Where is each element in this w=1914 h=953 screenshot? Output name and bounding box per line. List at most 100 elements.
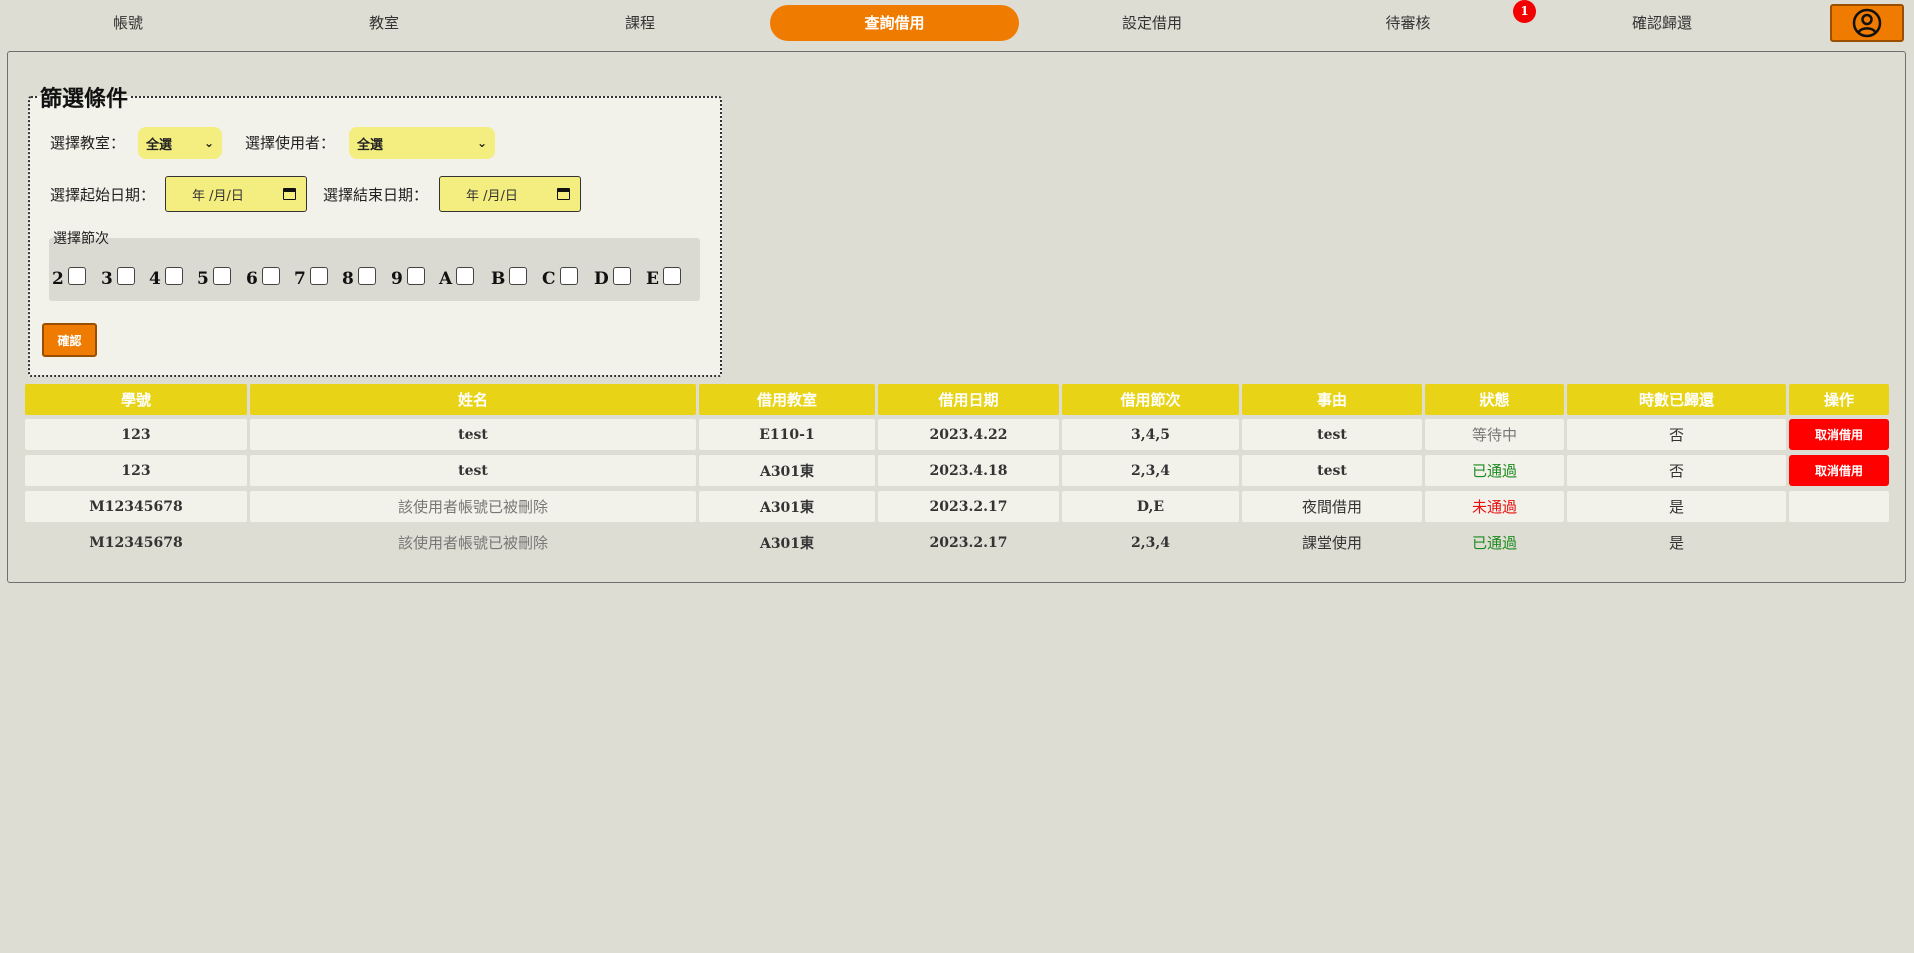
cell-status: 已通過 (1425, 455, 1564, 486)
period-option: 5 (197, 267, 231, 289)
chevron-down-icon: ⌄ (203, 136, 214, 150)
col-header-periods: 借用節次 (1062, 384, 1239, 415)
cell-name: 該使用者帳號已被刪除 (250, 491, 696, 522)
user-select-value: 全選 (357, 137, 384, 153)
cell-periods: 3,4,5 (1062, 419, 1239, 450)
cell-action (1789, 527, 1889, 558)
cell-name: test (250, 455, 696, 486)
nav-set-borrow[interactable]: 設定借用 (1024, 5, 1280, 41)
nav-course[interactable]: 課程 (512, 5, 768, 41)
col-header-status: 狀態 (1425, 384, 1564, 415)
period-label: C (542, 269, 556, 289)
cell-status: 未通過 (1425, 491, 1564, 522)
cell-date: 2023.4.22 (878, 419, 1059, 450)
period-option: D (594, 267, 631, 289)
period-label: 2 (52, 269, 64, 289)
user-circle-icon (1852, 8, 1882, 38)
period-label: A (439, 269, 453, 289)
period-label: 9 (391, 269, 403, 289)
cell-status: 等待中 (1425, 419, 1564, 450)
col-header-student-id: 學號 (25, 384, 247, 415)
user-select[interactable]: 全選 ⌄ (349, 127, 495, 159)
period-label: 3 (101, 269, 113, 289)
period-label: 6 (246, 269, 258, 289)
nav-pending-review[interactable]: 待審核 (1280, 5, 1536, 41)
col-header-date: 借用日期 (878, 384, 1059, 415)
period-option: 6 (246, 267, 280, 289)
period-checkbox[interactable] (164, 267, 183, 285)
period-checkbox[interactable] (212, 267, 231, 285)
period-checkbox[interactable] (116, 267, 135, 285)
start-date-placeholder: 年 /月/日 (192, 188, 244, 204)
period-label: 8 (342, 269, 354, 289)
user-label: 選擇使用者： (245, 134, 336, 152)
cell-action: 取消借用 (1789, 455, 1889, 486)
cell-student-id: 123 (25, 455, 247, 486)
period-label: 7 (294, 269, 306, 289)
period-checkbox[interactable] (357, 267, 376, 285)
nav-confirm-return[interactable]: 確認歸還 (1536, 5, 1788, 41)
cell-student-id: M12345678 (89, 534, 183, 551)
cell-reason: test (1242, 419, 1422, 450)
period-checkbox[interactable] (456, 267, 475, 285)
period-option: 7 (294, 267, 328, 289)
cell-periods: D,E (1062, 491, 1239, 522)
cell-periods: 2,3,4 (1062, 455, 1239, 486)
cell-status: 已通過 (1471, 534, 1517, 552)
cell-name: test (250, 419, 696, 450)
start-date-input[interactable]: 年 /月/日 (165, 176, 307, 212)
period-option: E (646, 267, 681, 289)
cell-action (1789, 491, 1889, 522)
nav-account[interactable]: 帳號 (0, 5, 256, 41)
period-checkbox[interactable] (261, 267, 280, 285)
cell-room: A301東 (699, 491, 875, 522)
col-header-room: 借用教室 (699, 384, 875, 415)
profile-button[interactable] (1830, 4, 1904, 42)
period-checkbox[interactable] (612, 267, 631, 285)
end-date-label: 選擇結束日期： (323, 186, 429, 204)
period-label: D (594, 269, 609, 289)
cell-student-id: M12345678 (25, 491, 247, 522)
cell-reason: 課堂使用 (1301, 534, 1362, 552)
period-checkbox[interactable] (559, 267, 578, 285)
period-checkbox[interactable] (406, 267, 425, 285)
period-label: E (646, 269, 659, 289)
col-header-action: 操作 (1789, 384, 1889, 415)
col-header-returned: 時數已歸還 (1567, 384, 1786, 415)
cancel-borrow-button[interactable]: 取消借用 (1789, 419, 1889, 450)
calendar-icon[interactable] (283, 188, 296, 200)
col-header-name: 姓名 (250, 384, 696, 415)
calendar-icon[interactable] (557, 188, 570, 200)
period-option: 8 (342, 267, 376, 289)
period-label: 5 (197, 269, 209, 289)
start-date-label: 選擇起始日期： (50, 186, 156, 204)
period-option: 9 (391, 267, 425, 289)
nav-query-borrow[interactable]: 查詢借用 (770, 5, 1019, 41)
classroom-label: 選擇教室： (50, 134, 126, 152)
filter-panel: 篩選條件 (28, 81, 722, 377)
classroom-select-value: 全選 (146, 137, 173, 153)
confirm-button[interactable]: 確認 (42, 323, 97, 357)
classroom-select[interactable]: 全選 ⌄ (138, 127, 222, 159)
top-nav: 帳號 教室 課程 查詢借用 設定借用 待審核 1 確認歸還 (0, 0, 1914, 48)
cell-room: E110-1 (699, 419, 875, 450)
period-checkbox[interactable] (662, 267, 681, 285)
pending-count-badge: 1 (1513, 0, 1536, 23)
cell-date: 2023.2.17 (929, 534, 1008, 551)
cell-action: 取消借用 (1789, 419, 1889, 450)
period-selector-title: 選擇節次 (53, 231, 109, 247)
period-checkbox[interactable] (309, 267, 328, 285)
cancel-borrow-button[interactable]: 取消借用 (1789, 455, 1889, 486)
period-checkbox[interactable] (509, 267, 528, 285)
filter-title: 篩選條件 (40, 87, 129, 112)
period-checkbox[interactable] (67, 267, 86, 285)
period-option: B (491, 267, 528, 289)
period-option: 4 (149, 267, 183, 289)
cell-reason: test (1242, 455, 1422, 486)
period-option: 3 (101, 267, 135, 289)
cell-periods: 2,3,4 (1131, 534, 1170, 551)
end-date-input[interactable]: 年 /月/日 (439, 176, 581, 212)
cell-returned: 是 (1668, 534, 1684, 552)
nav-classroom[interactable]: 教室 (256, 5, 512, 41)
cell-room: A301東 (759, 535, 815, 552)
